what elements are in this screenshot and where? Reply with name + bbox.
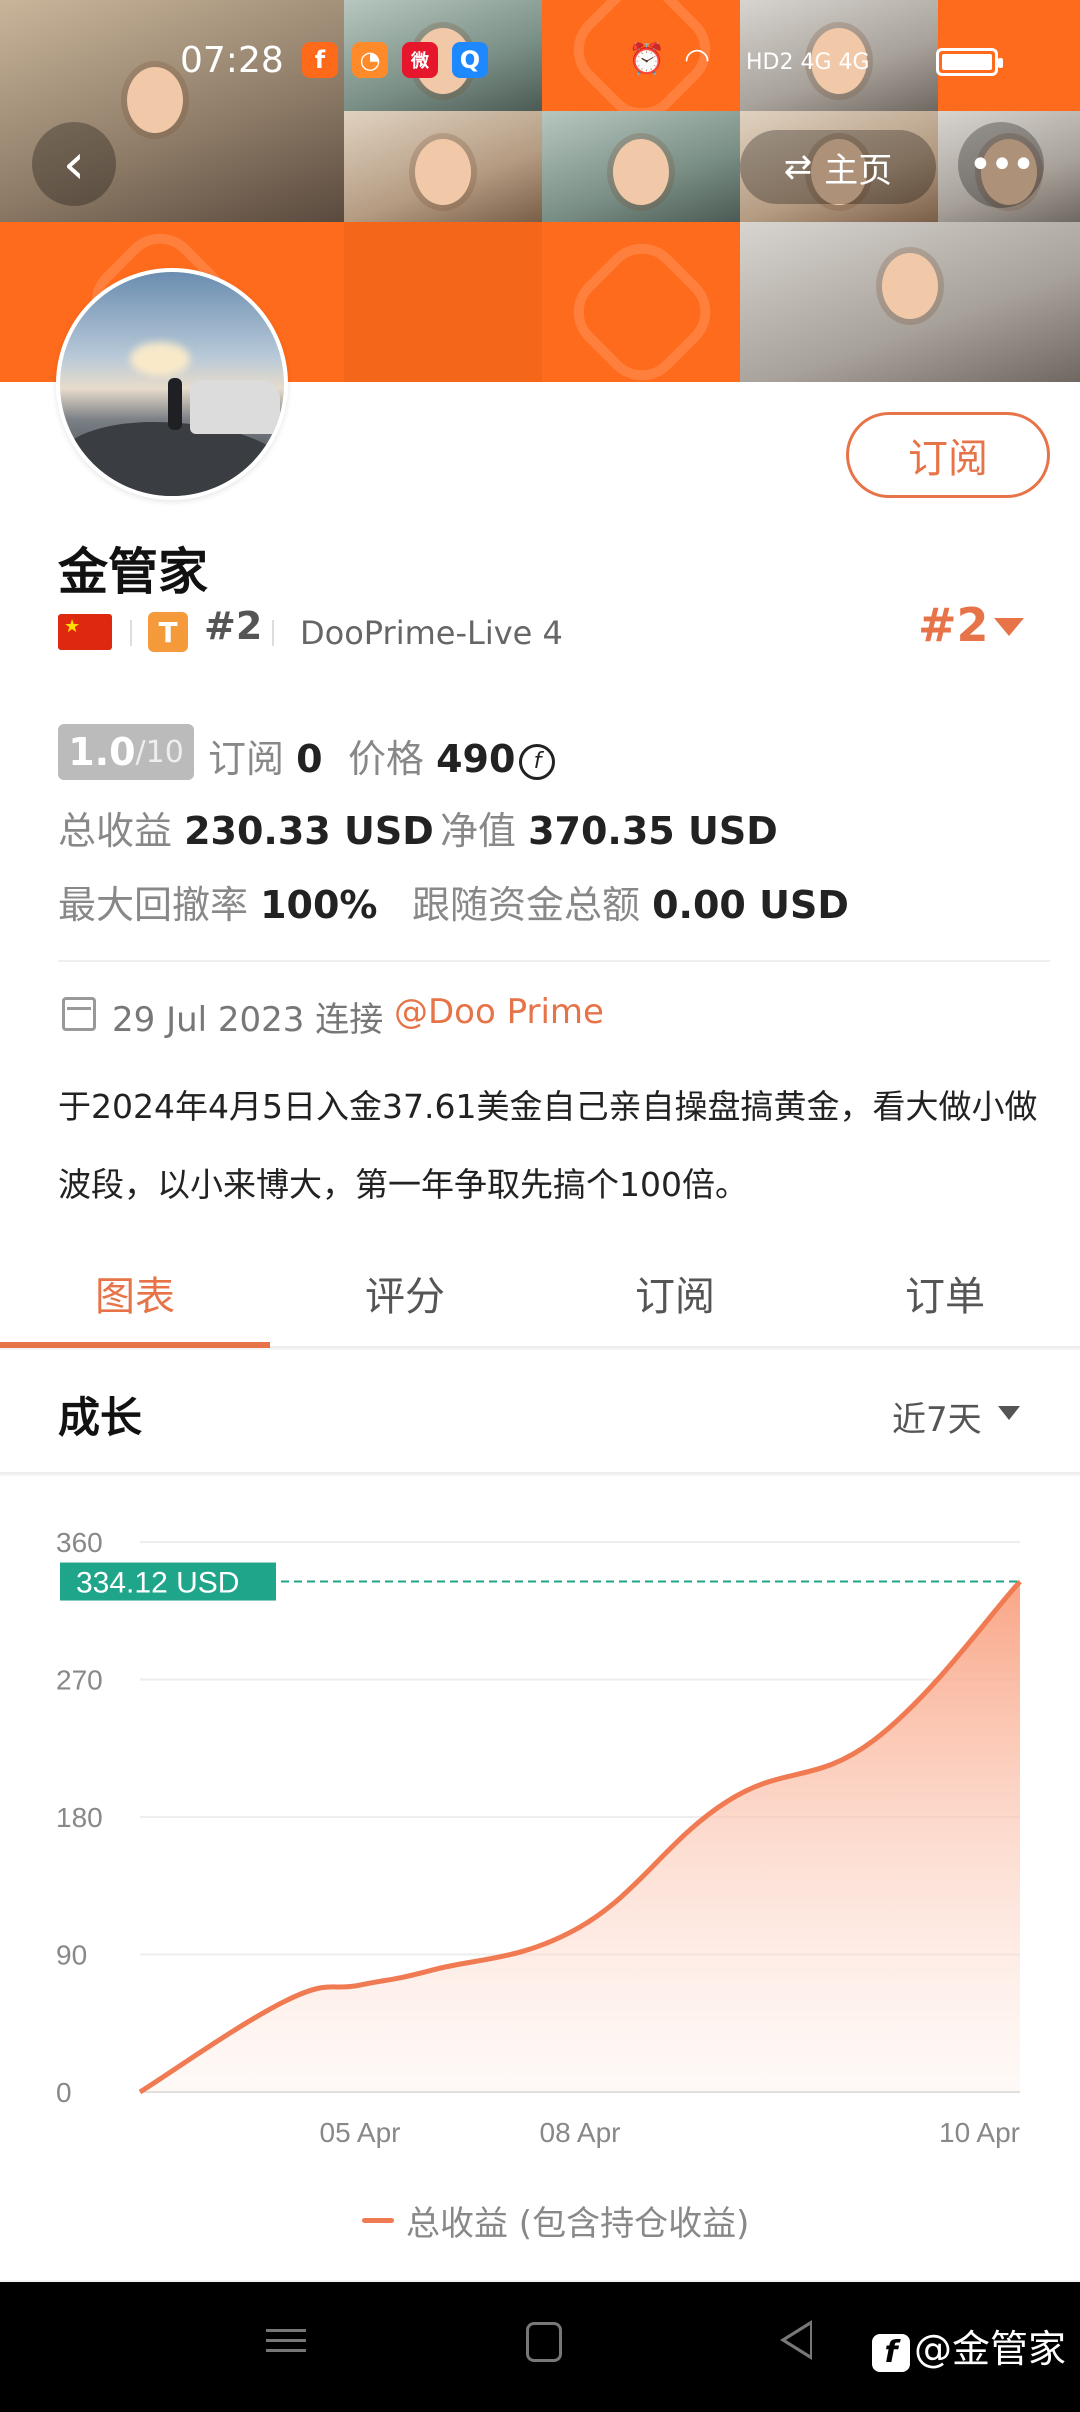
banner-photo xyxy=(542,111,740,222)
chart-svg: 0 90 180 270 360 334.12 USD 05 Apr 08 Apr 10 Apr xyxy=(56,1527,1022,2148)
tab-chart[interactable]: 图表 xyxy=(0,1240,270,1348)
x-tick-label: 10 Apr xyxy=(939,2117,1020,2148)
alarm-icon: ⏰ xyxy=(628,42,666,77)
wifi-icon: ◠ xyxy=(684,42,711,77)
rank-dropdown[interactable]: #2 xyxy=(918,598,989,652)
divider xyxy=(130,620,132,646)
system-nav-bar: f @金管家 xyxy=(0,2282,1080,2412)
divider xyxy=(58,960,1050,962)
watermark: f @金管家 xyxy=(872,2318,1066,2373)
trader-bio: 于2024年4月5日入金37.61美金自己亲自操盘搞黄金，看大做小做波段，以小来… xyxy=(58,1087,1038,1204)
banner-pattern xyxy=(542,222,740,382)
range-selector[interactable]: 近7天 xyxy=(892,1392,982,1441)
server-label: DooPrime-Live 4 xyxy=(300,614,563,652)
more-button[interactable]: ••• xyxy=(958,122,1044,208)
chevron-down-icon[interactable] xyxy=(998,1406,1020,1420)
net-value-stat: 净值 370.35 USD xyxy=(440,809,778,853)
x-tick-label: 05 Apr xyxy=(320,2117,401,2148)
broker-link[interactable]: @Doo Prime xyxy=(394,992,604,1032)
tab-rating[interactable]: 评分 xyxy=(270,1240,540,1346)
follow-amount-stat: 跟随资金总额 0.00 USD xyxy=(412,883,849,927)
series-area xyxy=(140,1581,1020,2092)
app-notification-icon: f xyxy=(302,42,338,78)
legend-swatch xyxy=(362,2218,394,2223)
banner-pattern xyxy=(344,222,542,382)
weibo-icon: 微 xyxy=(402,42,438,78)
home-button[interactable]: ⇄ 主页 xyxy=(740,130,936,204)
tab-subscribe[interactable]: 订阅 xyxy=(540,1240,810,1346)
home-icon[interactable] xyxy=(526,2322,562,2362)
menu-icon[interactable] xyxy=(266,2322,306,2362)
tab-bar: 图表 评分 订阅 订单 xyxy=(0,1240,1080,1348)
app-notification-icon: ◔ xyxy=(352,42,388,78)
back-button[interactable]: ‹ xyxy=(32,122,116,206)
current-value-label: 334.12 USD xyxy=(76,1567,239,1600)
joined-date: 29 Jul 2023 连接 xyxy=(112,1000,384,1040)
score-badge: 1.0/10 xyxy=(58,724,194,780)
network-icon: HD2 4G 4G xyxy=(746,50,870,75)
app-logo-icon: f xyxy=(872,2334,910,2372)
growth-chart: 0 90 180 270 360 334.12 USD 05 Apr 08 Apr 10 Apr… xyxy=(0,1476,1080,2280)
chevron-left-icon: ‹ xyxy=(62,131,86,197)
max-drawdown-stat: 最大回撤率 100% xyxy=(58,883,378,927)
calendar-icon xyxy=(62,997,96,1031)
x-tick-label: 08 Apr xyxy=(540,2117,621,2148)
more-dots-icon: ••• xyxy=(968,142,1036,188)
y-tick-label: 180 xyxy=(56,1802,103,1833)
tab-orders[interactable]: 订单 xyxy=(810,1240,1080,1346)
trader-badge: T xyxy=(148,612,188,652)
home-label: 主页 xyxy=(824,150,893,191)
battery-icon xyxy=(936,48,1003,76)
y-tick-label: 270 xyxy=(56,1665,103,1696)
legend-label: 总收益 (包含持仓收益) xyxy=(406,2204,750,2244)
growth-title: 成长 xyxy=(58,1393,143,1442)
total-profit-stat: 总收益 230.33 USD xyxy=(58,809,434,853)
y-tick-label: 360 xyxy=(56,1527,103,1558)
y-tick-label: 0 xyxy=(56,2077,72,2108)
y-tick-label: 90 xyxy=(56,1940,87,1971)
coin-icon: f xyxy=(519,743,556,780)
growth-header: 成长 近7天 xyxy=(0,1350,1080,1474)
subscribers-stat: 订阅 0 xyxy=(208,737,323,781)
banner-photo xyxy=(740,222,1080,382)
avatar[interactable] xyxy=(56,268,288,500)
chevron-down-icon[interactable] xyxy=(994,618,1024,636)
rank-label: #2 xyxy=(204,604,263,648)
subscribe-button[interactable]: 订阅 xyxy=(846,412,1050,498)
price-stat: 价格 490 f xyxy=(348,728,556,783)
banner-photo xyxy=(344,111,542,222)
back-icon[interactable] xyxy=(780,2320,812,2360)
china-flag-icon: ★ xyxy=(58,614,112,650)
swap-icon: ⇄ xyxy=(783,147,813,187)
divider xyxy=(272,620,274,646)
status-bar: 07:28 f ◔ 微 Q ⏰ ◠ HD2 4G 4G xyxy=(0,0,1080,122)
trader-name: 金管家 xyxy=(58,543,208,601)
status-time: 07:28 xyxy=(180,40,284,81)
browser-icon: Q xyxy=(452,42,488,78)
